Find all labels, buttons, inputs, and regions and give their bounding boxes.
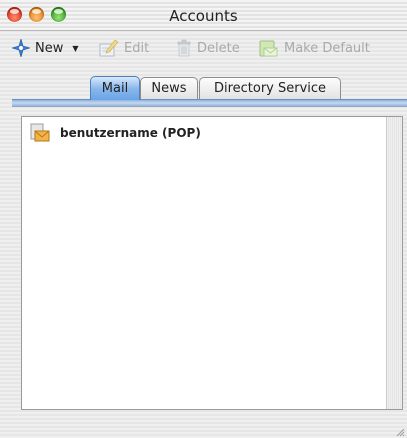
list-item[interactable]: benutzername (POP)	[30, 123, 201, 143]
new-star-icon	[12, 39, 30, 57]
tab-bar: Mail News Directory Service	[0, 72, 407, 107]
make-default-button[interactable]: Make Default	[259, 38, 370, 58]
new-button[interactable]: New ▼	[12, 38, 79, 58]
make-default-icon	[259, 39, 279, 57]
tab-directory-service-label: Directory Service	[213, 81, 327, 96]
account-name: benutzername (POP)	[60, 126, 201, 140]
title-bar[interactable]: Accounts	[0, 0, 407, 31]
vertical-scrollbar[interactable]	[386, 117, 402, 409]
accounts-window: Accounts New ▼ Edit Delete Make Default …	[0, 0, 407, 438]
tab-news-label: News	[151, 81, 187, 96]
resize-grip-icon[interactable]	[395, 426, 405, 437]
edit-pencil-icon	[99, 39, 119, 57]
mail-account-icon	[30, 123, 50, 143]
toolbar: New ▼ Edit Delete Make Default	[0, 31, 407, 65]
trash-icon	[176, 39, 192, 57]
tab-directory-service[interactable]: Directory Service	[199, 77, 341, 99]
tab-divider	[12, 99, 407, 107]
tab-mail[interactable]: Mail	[90, 76, 140, 100]
tab-news[interactable]: News	[140, 77, 198, 99]
window-title: Accounts	[169, 7, 238, 25]
chevron-down-icon[interactable]: ▼	[72, 44, 78, 53]
delete-button-label: Delete	[197, 40, 240, 56]
accounts-list[interactable]: benutzername (POP)	[21, 116, 403, 410]
edit-button[interactable]: Edit	[99, 38, 149, 58]
edit-button-label: Edit	[124, 40, 150, 56]
make-default-button-label: Make Default	[284, 40, 370, 56]
new-button-label: New	[35, 40, 64, 56]
tab-mail-label: Mail	[101, 81, 129, 96]
delete-button[interactable]: Delete	[176, 38, 240, 58]
